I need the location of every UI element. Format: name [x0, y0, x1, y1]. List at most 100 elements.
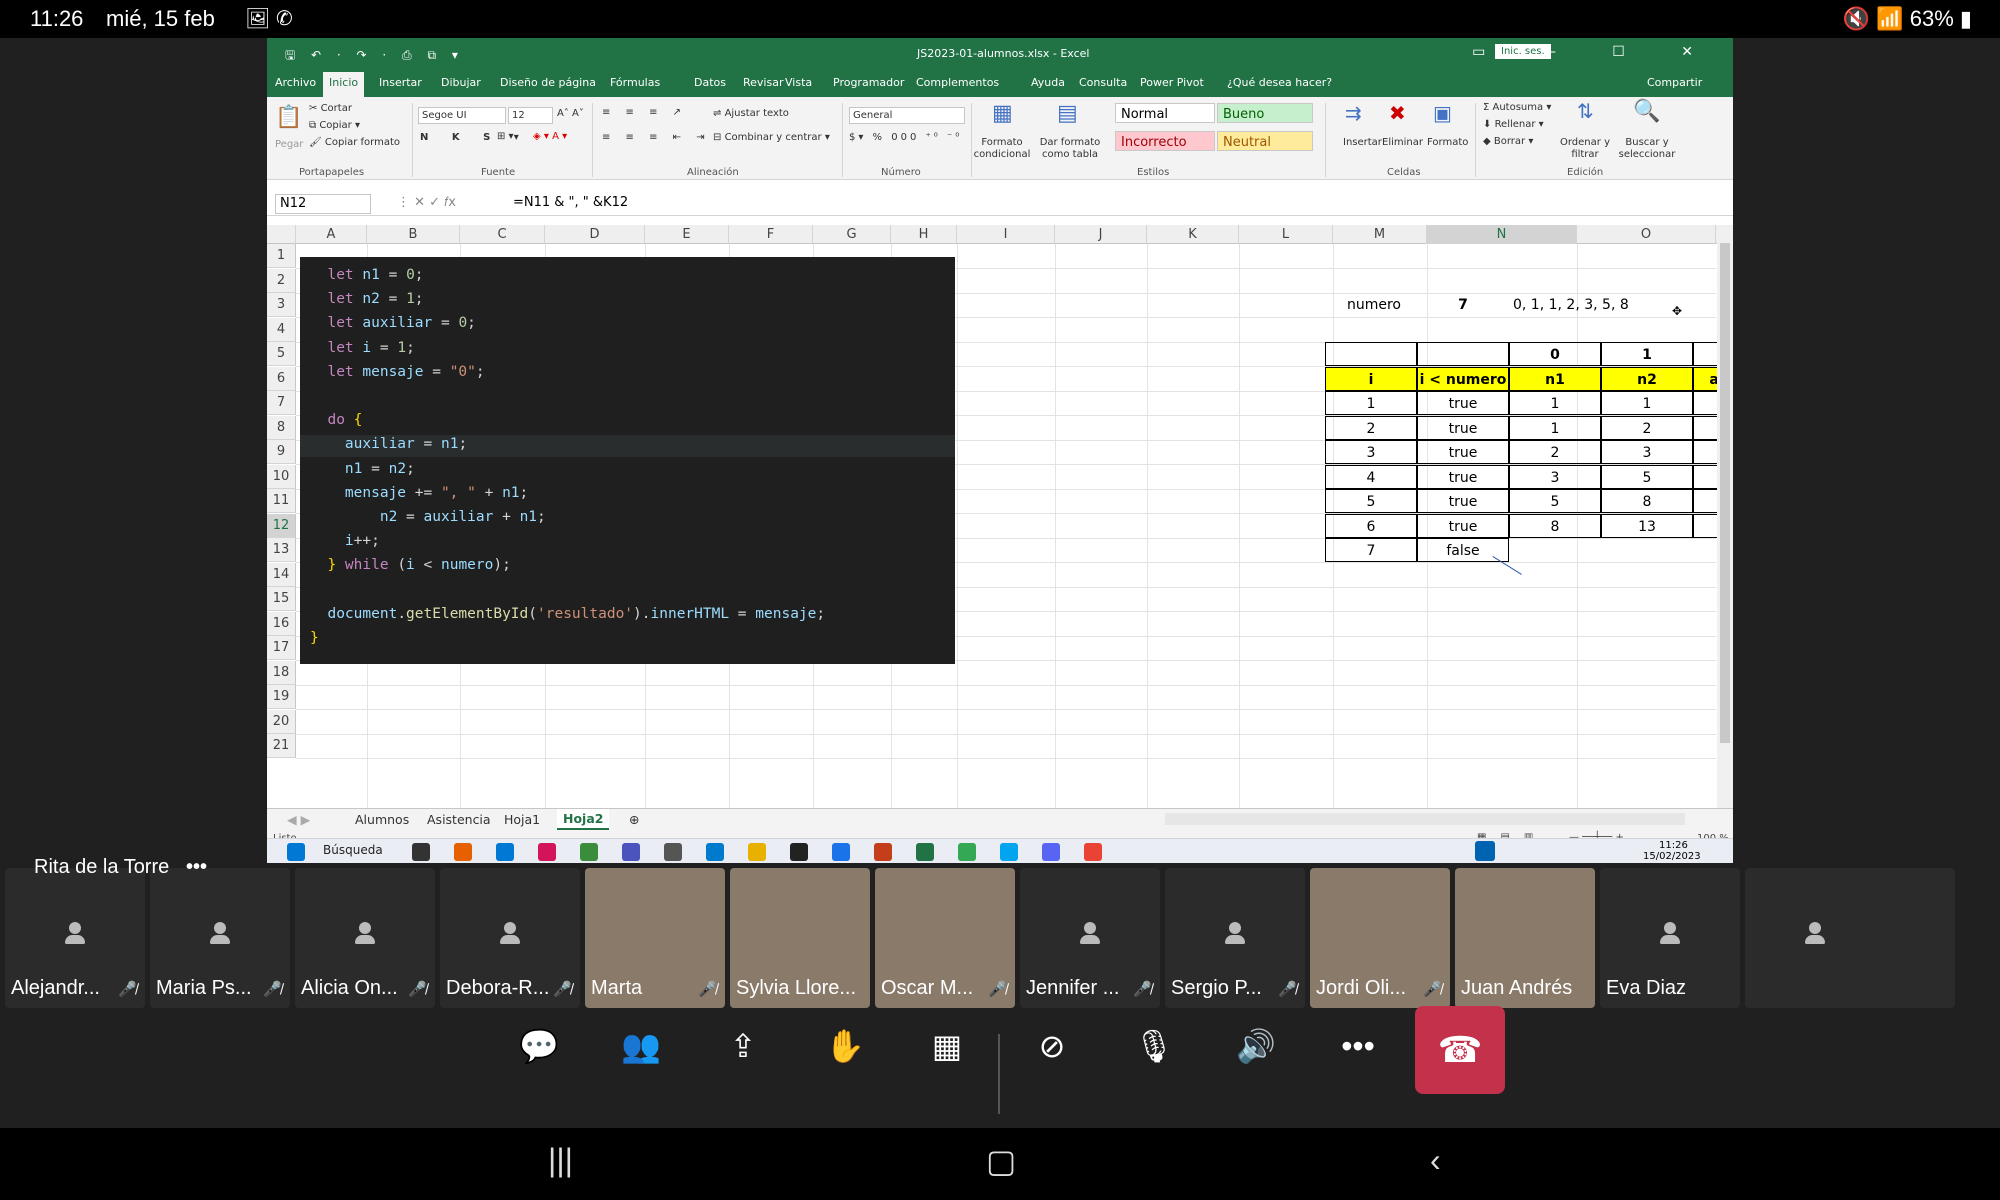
find-select-icon[interactable]: 🔍: [1633, 99, 1660, 124]
taskbar-app-icon[interactable]: [916, 843, 934, 861]
column-header-H[interactable]: H: [891, 225, 957, 244]
conditional-format-button[interactable]: Formato condicional: [972, 137, 1032, 161]
row-header-17[interactable]: 17: [267, 636, 296, 660]
sheet-nav-arrows[interactable]: ◀ ▶: [287, 812, 310, 827]
row-header-18[interactable]: 18: [267, 660, 296, 685]
taskbar-app-icon[interactable]: [496, 843, 514, 861]
vertical-scrollbar[interactable]: [1717, 225, 1733, 808]
taskbar-app-icon[interactable]: [832, 843, 850, 861]
speaker-icon[interactable]: 🔊: [1231, 1022, 1281, 1070]
layout-grid-icon[interactable]: ▦: [922, 1022, 972, 1070]
format-painter-button[interactable]: 🖌 Copiar formato: [309, 137, 400, 148]
taskbar-app-icon[interactable]: [664, 843, 682, 861]
column-header-B[interactable]: B: [367, 225, 460, 244]
cut-button[interactable]: ✂ Cortar: [309, 103, 352, 114]
column-header-L[interactable]: L: [1239, 225, 1333, 244]
find-select-button[interactable]: Buscar y seleccionar: [1617, 137, 1677, 161]
column-header-F[interactable]: F: [729, 225, 813, 244]
formula-buttons[interactable]: ⋮ ✕ ✓ 𝑓x: [397, 195, 456, 210]
taskbar-app-icon[interactable]: [538, 843, 556, 861]
participant-tile[interactable]: [1745, 868, 1955, 1008]
taskbar-mic-icon[interactable]: [1475, 841, 1495, 861]
name-box[interactable]: N12: [275, 194, 371, 214]
format-cells-icon[interactable]: ▣: [1433, 101, 1452, 125]
back-icon[interactable]: ‹: [1430, 1142, 1441, 1179]
taskbar-app-icon[interactable]: [706, 843, 724, 861]
conditional-format-icon[interactable]: ▦: [992, 101, 1013, 126]
row-header-5[interactable]: 5: [267, 342, 296, 366]
merge-center-button[interactable]: ⊟ Combinar y centrar ▾: [713, 132, 830, 143]
font-name-select[interactable]: Segoe UI: [418, 107, 506, 124]
number-format-select[interactable]: General: [849, 107, 965, 124]
column-header-N[interactable]: N: [1427, 225, 1577, 244]
home-icon[interactable]: ▢: [986, 1142, 1016, 1180]
camera-off-icon[interactable]: ⊘: [1027, 1022, 1077, 1070]
taskbar-app-icon[interactable]: [622, 843, 640, 861]
ribbon-tab-7[interactable]: Revisar: [743, 76, 783, 89]
taskbar-app-icon[interactable]: [1042, 843, 1060, 861]
row-header-20[interactable]: 20: [267, 709, 296, 734]
taskbar-app-icon[interactable]: [580, 843, 598, 861]
row-header-9[interactable]: 9: [267, 440, 296, 464]
participant-tile[interactable]: Alejandr... 🎤̸: [5, 868, 145, 1008]
sheet-tab-asistencia[interactable]: Asistencia: [427, 812, 491, 827]
end-call-button[interactable]: ☎: [1415, 1006, 1505, 1094]
insert-cells-icon[interactable]: ⇉: [1345, 101, 1362, 125]
ribbon-tab-13[interactable]: Power Pivot: [1140, 76, 1204, 89]
taskbar-app-icon[interactable]: [790, 843, 808, 861]
column-header-A[interactable]: A: [296, 225, 367, 244]
column-header-O[interactable]: O: [1577, 225, 1716, 244]
column-header-G[interactable]: G: [813, 225, 891, 244]
row-header-8[interactable]: 8: [267, 415, 296, 440]
share-button[interactable]: Compartir: [1647, 76, 1702, 89]
taskbar-app-icon[interactable]: [958, 843, 976, 861]
row-header-15[interactable]: 15: [267, 587, 296, 611]
taskbar-app-icon[interactable]: [454, 843, 472, 861]
delete-cells-button[interactable]: Eliminar: [1382, 137, 1423, 148]
ribbon-tab-3[interactable]: Dibujar: [441, 76, 481, 89]
taskbar-app-icon[interactable]: [874, 843, 892, 861]
select-all-corner[interactable]: [267, 225, 296, 244]
row-header-6[interactable]: 6: [267, 366, 296, 391]
ribbon-tab-8[interactable]: Vista: [785, 76, 812, 89]
participant-tile[interactable]: Oscar M... 🎤̸: [875, 868, 1015, 1008]
ribbon-tab-11[interactable]: Ayuda: [1031, 76, 1065, 89]
wrap-text-button[interactable]: ⇌ Ajustar texto: [713, 108, 789, 119]
sheet-tab-alumnos[interactable]: Alumnos: [355, 812, 409, 827]
row-header-19[interactable]: 19: [267, 685, 296, 709]
formula-input[interactable]: =N11 & ", " &K12: [513, 195, 628, 210]
vertical-align-buttons[interactable]: ≡ ≡ ≡ ↗: [602, 107, 687, 118]
insert-cells-button[interactable]: Insertar: [1343, 137, 1382, 148]
row-header-10[interactable]: 10: [267, 464, 296, 489]
participant-tile[interactable]: Sylvia Llore...: [730, 868, 870, 1008]
ribbon-tab-0[interactable]: Archivo: [275, 76, 316, 89]
paste-button[interactable]: Pegar: [275, 139, 303, 150]
column-header-C[interactable]: C: [460, 225, 545, 244]
row-header-16[interactable]: 16: [267, 611, 296, 636]
format-as-table-icon[interactable]: ▤: [1057, 101, 1078, 126]
style-neutral[interactable]: Neutral: [1217, 131, 1313, 151]
column-header-M[interactable]: M: [1333, 225, 1427, 244]
ribbon-tab-9[interactable]: Programador: [833, 76, 904, 89]
ribbon-tab-14[interactable]: ¿Qué desea hacer?: [1227, 76, 1332, 89]
ribbon-tab-5[interactable]: Fórmulas: [610, 76, 660, 89]
participant-tile[interactable]: Eva Diaz: [1600, 868, 1740, 1008]
fill-button[interactable]: ⬇ Rellenar ▾: [1483, 119, 1544, 130]
sort-filter-icon[interactable]: ⇅: [1577, 99, 1594, 123]
participant-tile[interactable]: Debora-R... 🎤̸: [440, 868, 580, 1008]
copy-button[interactable]: ⧉ Copiar ▾: [309, 120, 360, 131]
row-header-14[interactable]: 14: [267, 562, 296, 587]
row-header-21[interactable]: 21: [267, 734, 296, 758]
ribbon-tab-1[interactable]: Inicio: [323, 72, 365, 97]
taskbar-app-icon[interactable]: [412, 843, 430, 861]
presenter-label[interactable]: Rita de la Torre •••: [34, 856, 207, 879]
font-size-buttons[interactable]: A˄ A˅: [557, 108, 584, 119]
ribbon-tab-6[interactable]: Datos: [694, 76, 726, 89]
delete-cells-icon[interactable]: ✖: [1389, 101, 1406, 125]
sheet-tab-hoja1[interactable]: Hoja1: [504, 812, 540, 827]
column-header-J[interactable]: J: [1055, 225, 1147, 244]
style-normal[interactable]: Normal: [1115, 103, 1215, 123]
participants-icon[interactable]: 👥: [616, 1022, 666, 1070]
row-header-1[interactable]: 1: [267, 244, 296, 268]
format-as-table-button[interactable]: Dar formato como tabla: [1037, 137, 1103, 161]
